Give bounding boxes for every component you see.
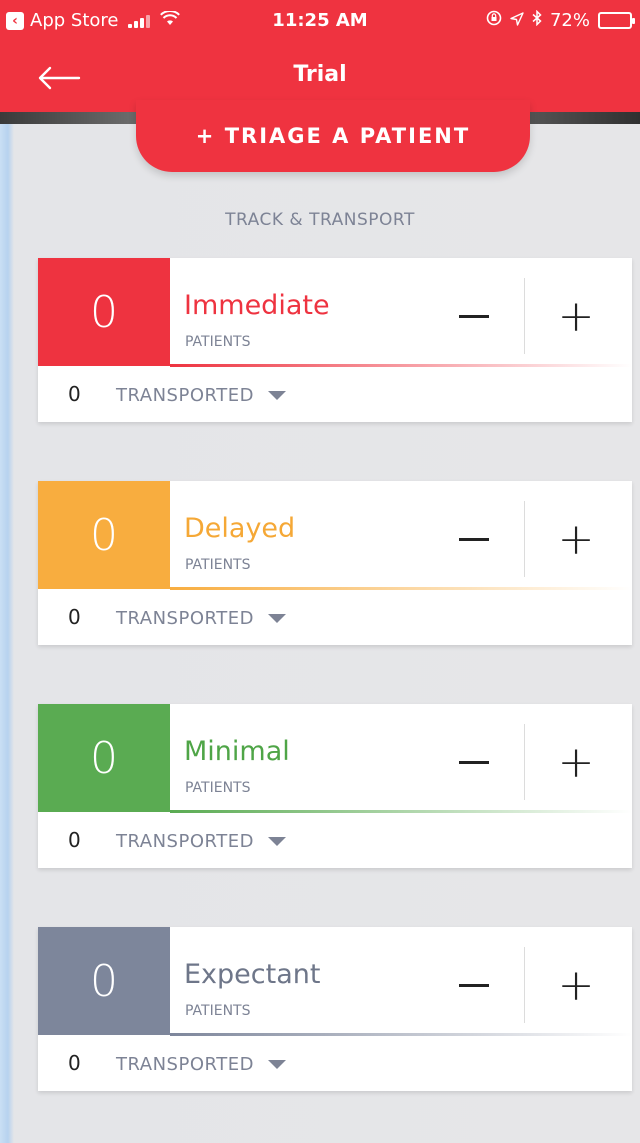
transported-toggle[interactable]: TRANSPORTED [116,599,286,637]
caret-down-icon [267,836,286,846]
status-bar: ‹ App Store 11:25 AM 72% [0,0,640,40]
transported-toggle[interactable]: TRANSPORTED [116,376,286,414]
divider [524,947,525,1023]
transported-count: 0 [68,1051,81,1075]
transported-label: TRANSPORTED [116,830,254,852]
decrement-button[interactable] [428,947,520,1023]
category-card-immediate: 0 Immediate PATIENTS + 0 TRANSPORTED [38,258,632,422]
transported-row: 0 TRANSPORTED [38,1037,632,1091]
transported-label: TRANSPORTED [116,607,254,629]
bluetooth-icon [532,9,542,31]
divider [524,501,525,577]
minus-icon [459,760,489,764]
app-screen: ‹ App Store 11:25 AM 72% Trial + TRIAGE … [0,0,640,1143]
card-header: 0 Delayed PATIENTS + [38,481,632,590]
caret-down-icon [267,613,286,623]
category-name: Expectant [184,959,321,990]
transported-row: 0 TRANSPORTED [38,591,632,645]
divider [524,278,525,354]
category-name: Delayed [184,513,296,544]
transported-count: 0 [68,382,81,406]
decrement-button[interactable] [428,724,520,800]
transported-toggle[interactable]: TRANSPORTED [116,1045,286,1083]
increment-button[interactable]: + [528,501,624,577]
section-title: TRACK & TRANSPORT [225,210,415,230]
transported-count: 0 [68,605,81,629]
accent-line [170,587,632,590]
nav-bar: Trial [0,48,640,104]
increment-button[interactable]: + [528,724,624,800]
card-header: 0 Minimal PATIENTS + [38,704,632,813]
plus-icon: + [557,290,595,342]
category-card-minimal: 0 Minimal PATIENTS + 0 TRANSPORTED [38,704,632,868]
transported-row: 0 TRANSPORTED [38,814,632,868]
page-title: Trial [293,62,347,87]
patient-count: 0 [38,704,170,812]
minus-icon [459,314,489,318]
battery-percent: 72% [549,10,590,31]
patients-label: PATIENTS [185,1003,251,1019]
category-card-delayed: 0 Delayed PATIENTS + 0 TRANSPORTED [38,481,632,645]
patients-label: PATIENTS [185,334,251,350]
minus-icon [459,537,489,541]
patient-count: 0 [38,927,170,1035]
transported-toggle[interactable]: TRANSPORTED [116,822,286,860]
orientation-lock-icon [486,10,502,31]
increment-button[interactable]: + [528,947,624,1023]
caret-down-icon [267,1059,286,1069]
status-right: 72% [486,9,635,31]
card-header: 0 Immediate PATIENTS + [38,258,632,367]
patients-label: PATIENTS [185,780,251,796]
patient-count: 0 [38,481,170,589]
accent-line [170,810,632,813]
location-icon [510,10,524,31]
plus-icon: + [557,736,595,788]
transported-row: 0 TRANSPORTED [38,368,632,422]
transported-label: TRANSPORTED [116,1053,254,1075]
category-name: Immediate [184,290,330,321]
transported-label: TRANSPORTED [116,384,254,406]
increment-button[interactable]: + [528,278,624,354]
category-name: Minimal [184,736,290,767]
battery-icon [598,12,635,29]
accent-line [170,364,632,367]
patients-label: PATIENTS [185,557,251,573]
decrement-button[interactable] [428,278,520,354]
caret-down-icon [267,390,286,400]
plus-icon: + [557,513,595,565]
card-header: 0 Expectant PATIENTS + [38,927,632,1036]
category-card-expectant: 0 Expectant PATIENTS + 0 TRANSPORTED [38,927,632,1091]
triage-patient-button[interactable]: + TRIAGE A PATIENT [136,100,530,172]
patient-count: 0 [38,258,170,366]
accent-line [170,1033,632,1036]
decrement-button[interactable] [428,501,520,577]
plus-icon: + [557,959,595,1011]
header: ‹ App Store 11:25 AM 72% Trial [0,0,640,112]
minus-icon [459,983,489,987]
transported-count: 0 [68,828,81,852]
divider [524,724,525,800]
